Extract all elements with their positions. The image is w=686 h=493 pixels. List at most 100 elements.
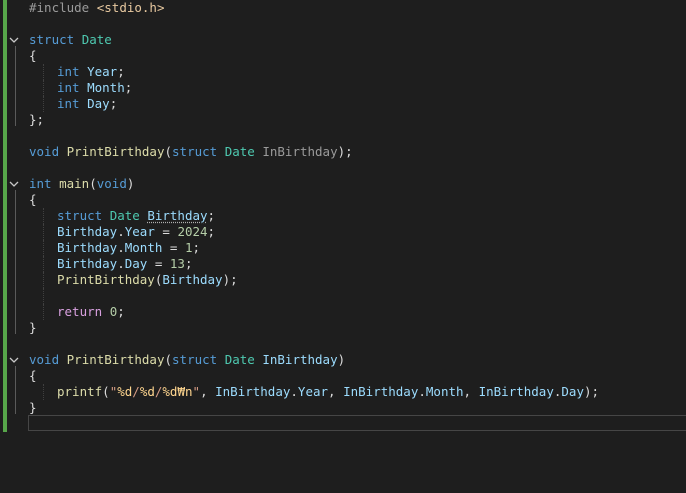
code-line[interactable]: Birthday.Day = 13; (0, 256, 686, 272)
code-line[interactable]: } (0, 320, 686, 336)
variable-name: Birthday (162, 272, 223, 287)
assign-op: = (162, 240, 185, 255)
field-name: Year (297, 384, 329, 399)
semicolon: ; (109, 96, 118, 111)
string-quote: " (192, 384, 201, 399)
code-line[interactable]: int Year; (0, 64, 686, 80)
paren: ( (164, 144, 173, 159)
keyword: int (57, 64, 80, 79)
code-line[interactable]: PrintBirthday(Birthday); (0, 272, 686, 288)
chevron-down-icon[interactable] (9, 176, 21, 192)
dot: . (418, 384, 426, 399)
semicolon: ; (207, 224, 216, 239)
paren: ); (222, 272, 238, 287)
code-line[interactable] (0, 160, 686, 176)
parameter-name: InBirthday (262, 352, 338, 367)
indent-guide (43, 64, 44, 80)
code-line[interactable] (0, 336, 686, 352)
indent-guide (43, 384, 44, 400)
code-line[interactable]: void PrintBirthday(struct Date InBirthda… (0, 144, 686, 160)
code-line[interactable]: Birthday.Month = 1; (0, 240, 686, 256)
escape-sequence: ₩n (177, 384, 193, 399)
indent-guide (43, 256, 44, 272)
control-keyword: return (57, 304, 103, 319)
field-name: Month (87, 80, 125, 95)
keyword: void (29, 144, 60, 159)
paren: ) (126, 176, 135, 191)
code-line[interactable]: { (0, 192, 686, 208)
keyword: struct (172, 352, 218, 367)
code-line[interactable]: struct Date Birthday; (0, 208, 686, 224)
assign-op: = (154, 224, 178, 239)
keyword: struct (172, 144, 218, 159)
code-line[interactable]: void PrintBirthday(struct Date InBirthda… (0, 352, 686, 368)
number-literal: 2024 (177, 224, 208, 239)
preprocessor-directive: #include (29, 0, 90, 15)
type-name: Date (224, 144, 255, 159)
paren: ); (337, 144, 353, 159)
number-literal: 1 (184, 240, 193, 255)
dot: . (290, 384, 298, 399)
comma: , (200, 384, 216, 399)
code-line[interactable]: struct Date (0, 32, 686, 48)
indent-guide (43, 208, 44, 224)
paren: ( (102, 384, 110, 399)
comma: , (463, 384, 479, 399)
semicolon: ; (124, 80, 133, 95)
function-name: PrintBirthday (66, 352, 165, 367)
dot: . (117, 256, 125, 271)
include-header: <stdio.h> (96, 0, 165, 15)
format-specifier: %d (139, 384, 155, 399)
indent-guide (43, 304, 44, 320)
semicolon: ; (192, 240, 201, 255)
dot: . (117, 224, 125, 239)
code-line[interactable]: { (0, 368, 686, 384)
paren: ) (337, 352, 346, 367)
keyword: int (57, 80, 80, 95)
code-line[interactable]: { (0, 48, 686, 64)
brace: { (29, 48, 37, 63)
code-line[interactable] (0, 128, 686, 144)
keyword: void (96, 176, 127, 191)
code-line[interactable]: int main(void) (0, 176, 686, 192)
field-name: Day (561, 384, 584, 399)
code-line[interactable]: int Day; (0, 96, 686, 112)
format-specifier: %d (117, 384, 133, 399)
chevron-down-icon[interactable] (9, 32, 21, 48)
type-name: Date (109, 208, 140, 223)
type-name: Date (224, 352, 255, 367)
indent-guide (43, 80, 44, 96)
string-literal: / (132, 384, 140, 399)
assign-op: = (147, 256, 170, 271)
field-name: Day (124, 256, 148, 271)
code-editor[interactable]: #include <stdio.h> struct Date { int Yea… (0, 0, 686, 493)
code-line[interactable]: } (0, 400, 686, 416)
code-line[interactable]: Birthday.Year = 2024; (0, 224, 686, 240)
field-name: Month (124, 240, 163, 255)
field-name: Year (124, 224, 155, 239)
variable-name: Birthday (57, 224, 118, 239)
code-line[interactable] (0, 288, 686, 304)
brace: } (29, 400, 37, 415)
chevron-down-icon[interactable] (9, 352, 21, 368)
code-line[interactable]: #include <stdio.h> (0, 0, 686, 16)
indent-guide (43, 288, 44, 304)
code-line[interactable]: printf("%d/%d/%d₩n", InBirthday.Year, In… (0, 384, 686, 400)
function-name: PrintBirthday (66, 144, 165, 159)
code-lines[interactable]: #include <stdio.h> struct Date { int Yea… (0, 0, 686, 416)
code-line[interactable]: }; (0, 112, 686, 128)
code-line[interactable] (0, 16, 686, 32)
keyword: struct (57, 208, 103, 223)
comma: , (328, 384, 344, 399)
code-line[interactable]: return 0; (0, 304, 686, 320)
field-name: Month (425, 384, 464, 399)
code-line[interactable]: int Month; (0, 80, 686, 96)
dot: . (117, 240, 125, 255)
keyword: struct (29, 32, 75, 47)
brace: { (29, 368, 37, 383)
brace: { (29, 192, 37, 207)
keyword: int (57, 96, 80, 111)
semicolon: ; (184, 256, 193, 271)
format-specifier: %d (162, 384, 178, 399)
indent-guide (43, 224, 44, 240)
